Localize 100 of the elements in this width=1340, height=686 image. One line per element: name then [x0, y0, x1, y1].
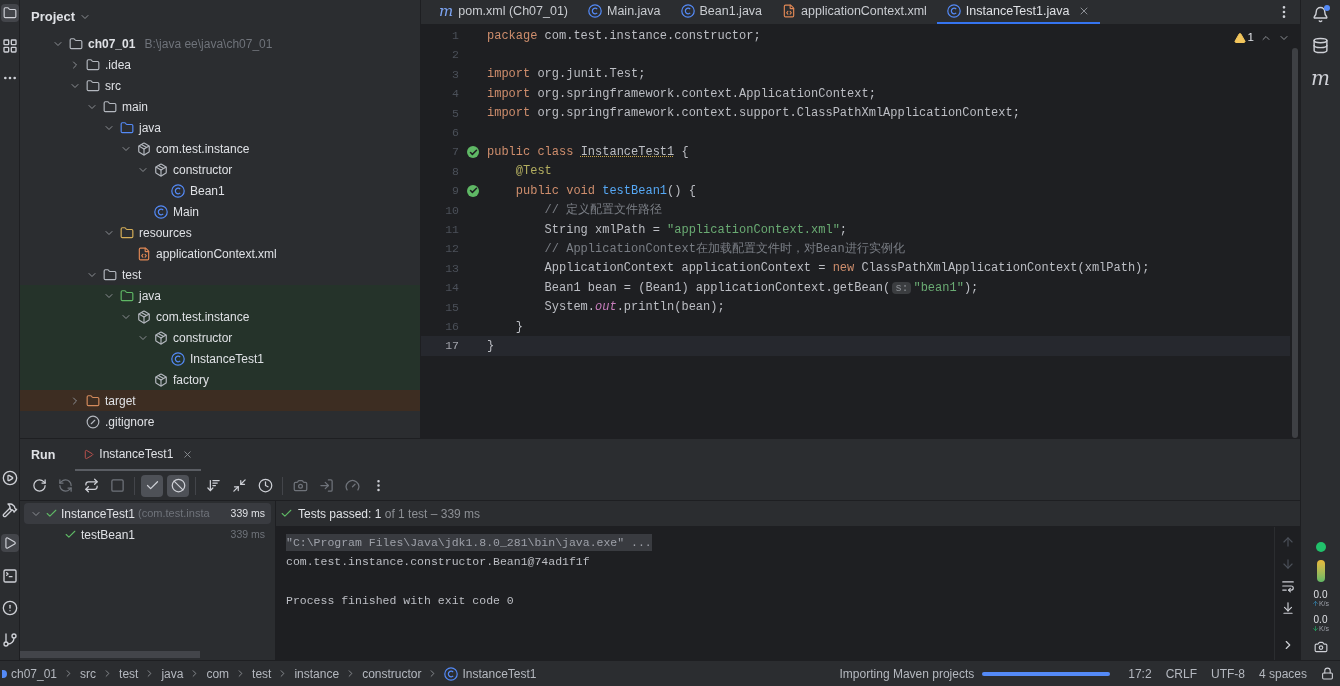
code-line: package com.test.instance.constructor;: [487, 27, 761, 45]
code-line: // ApplicationContext在加载配置文件时，对Bean进行实例化: [543, 241, 905, 258]
structure-icon[interactable]: [1, 38, 18, 54]
package-icon: [154, 162, 168, 177]
wrap-icon[interactable]: [1280, 579, 1295, 593]
code-line: import org.junit.Test;: [487, 66, 646, 84]
ban-icon[interactable]: [167, 474, 189, 497]
code-line: String xmlPath = "applicationContext.xml";: [543, 221, 848, 239]
warning-icon[interactable]: [1233, 31, 1246, 44]
code-line: }: [487, 337, 495, 355]
code-line: System.out.println(bean);: [543, 299, 725, 317]
breadcrumb[interactable]: test: [119, 664, 139, 683]
folder-icon: [120, 120, 134, 135]
breadcrumb[interactable]: test: [252, 664, 272, 683]
package-icon: [154, 372, 168, 387]
check-icon: [64, 528, 77, 541]
tree-item[interactable]: target: [20, 390, 420, 411]
folder-icon[interactable]: [0, 4, 19, 22]
run-icon[interactable]: [0, 534, 19, 552]
folder-icon: [86, 393, 100, 408]
panel-title[interactable]: Run: [31, 445, 56, 465]
editor-tab[interactable]: Bean1.java: [670, 0, 773, 24]
status-item[interactable]: 4 spaces: [1258, 664, 1307, 683]
warning-count[interactable]: 1: [1247, 29, 1254, 47]
tree-item[interactable]: InstanceTest1: [20, 348, 420, 369]
task-label[interactable]: Importing Maven projects: [839, 664, 975, 683]
code-line: // 定义配置文件路径: [543, 202, 663, 220]
tree-item[interactable]: factory: [20, 369, 420, 390]
git-branch-icon[interactable]: [1, 632, 18, 648]
panel-title[interactable]: Project: [31, 6, 76, 27]
editor-tab[interactable]: Main.java: [578, 0, 671, 24]
tree-item[interactable]: constructor: [20, 159, 420, 180]
problems-icon[interactable]: [1, 600, 18, 616]
code-line: import org.springframework.context.support.ClassPathXmlApplicationContext;: [487, 105, 1020, 123]
test-summary: Tests passed: 1 of 1 test – 339 ms: [298, 505, 481, 523]
folder-icon: [86, 78, 100, 93]
memory-gauge-icon: [1316, 560, 1325, 582]
breadcrumb[interactable]: com: [206, 664, 230, 683]
breadcrumb[interactable]: InstanceTest1: [444, 664, 537, 683]
tree-item[interactable]: Bean1: [20, 180, 420, 201]
tree-item[interactable]: java: [20, 285, 420, 306]
folder-icon: [120, 288, 134, 303]
tree-item[interactable]: ch07_01 B:\java ee\java\ch07_01: [20, 33, 420, 54]
run-icon[interactable]: [1, 470, 18, 486]
tree-item[interactable]: .idea: [20, 54, 420, 75]
run-tab[interactable]: InstanceTest1: [75, 439, 202, 471]
ignore-file-icon: [86, 414, 100, 429]
tree-item[interactable]: constructor: [20, 327, 420, 348]
breadcrumb[interactable]: src: [80, 664, 97, 683]
folder-icon: [120, 225, 134, 240]
run-marker-icon[interactable]: [467, 184, 479, 197]
scrollbar[interactable]: [20, 651, 200, 658]
close-icon[interactable]: [182, 448, 194, 460]
class-icon: [680, 4, 695, 18]
class-icon: [154, 204, 168, 219]
editor-tab[interactable]: InstanceTest1.java: [936, 0, 1101, 24]
code-line: Bean1 bean = (Bean1) applicationContext.getBean( s: "bean1");: [543, 279, 979, 297]
test-tree-item[interactable]: testBean1 339 ms: [24, 524, 271, 545]
xml-file-icon: [782, 4, 797, 18]
arrow-up-icon: [1311, 600, 1319, 607]
class-icon: [444, 666, 459, 681]
hammer-icon[interactable]: [1, 502, 18, 518]
breadcrumb[interactable]: instance: [294, 664, 340, 683]
database-icon[interactable]: [1312, 37, 1329, 54]
test-tree-item[interactable]: InstanceTest1 (com.test.insta 339 ms: [24, 503, 271, 524]
editor-tab[interactable]: applicationContext.xml: [772, 0, 937, 24]
lock-icon[interactable]: [1321, 667, 1334, 680]
maven-icon[interactable]: m: [1311, 68, 1330, 88]
line-number: 17: [444, 338, 459, 355]
tree-item[interactable]: .gitignore: [20, 411, 420, 432]
breadcrumb[interactable]: java: [161, 664, 184, 683]
code-line: import org.springframework.context.ApplicationContext;: [487, 85, 876, 103]
class-icon: [588, 4, 602, 18]
tree-item[interactable]: com.test.instance: [20, 138, 420, 159]
editor-tab[interactable]: m pom.xml (Ch07_01): [429, 0, 578, 24]
tree-item[interactable]: main: [20, 96, 420, 117]
breadcrumb[interactable]: constructor: [362, 664, 422, 683]
status-item[interactable]: CRLF: [1165, 664, 1197, 683]
package-icon: [137, 309, 151, 324]
tree-item[interactable]: resources: [20, 222, 420, 243]
breadcrumb[interactable]: ch07_01: [2, 664, 58, 683]
scrollbar[interactable]: [1292, 48, 1298, 438]
terminal-icon[interactable]: [1, 568, 18, 584]
tree-item[interactable]: Main: [20, 201, 420, 222]
tree-item[interactable]: src: [20, 75, 420, 96]
maven-icon: m: [439, 3, 454, 19]
run-marker-icon[interactable]: [467, 146, 479, 159]
check-icon[interactable]: [141, 474, 163, 497]
bell-icon[interactable]: [1312, 6, 1329, 23]
camera-icon[interactable]: [1313, 640, 1328, 654]
status-item[interactable]: UTF-8: [1210, 664, 1245, 683]
tree-item[interactable]: com.test.instance: [20, 306, 420, 327]
status-item[interactable]: 17:2: [1128, 664, 1152, 683]
tree-item[interactable]: applicationContext.xml: [20, 243, 420, 264]
tree-item[interactable]: test: [20, 264, 420, 285]
tree-item[interactable]: java: [20, 117, 420, 138]
class-icon: [171, 351, 185, 366]
scroll-end-icon[interactable]: [1280, 601, 1295, 615]
code-line: public class InstanceTest1 {: [487, 144, 689, 162]
code-line: }: [514, 318, 523, 336]
